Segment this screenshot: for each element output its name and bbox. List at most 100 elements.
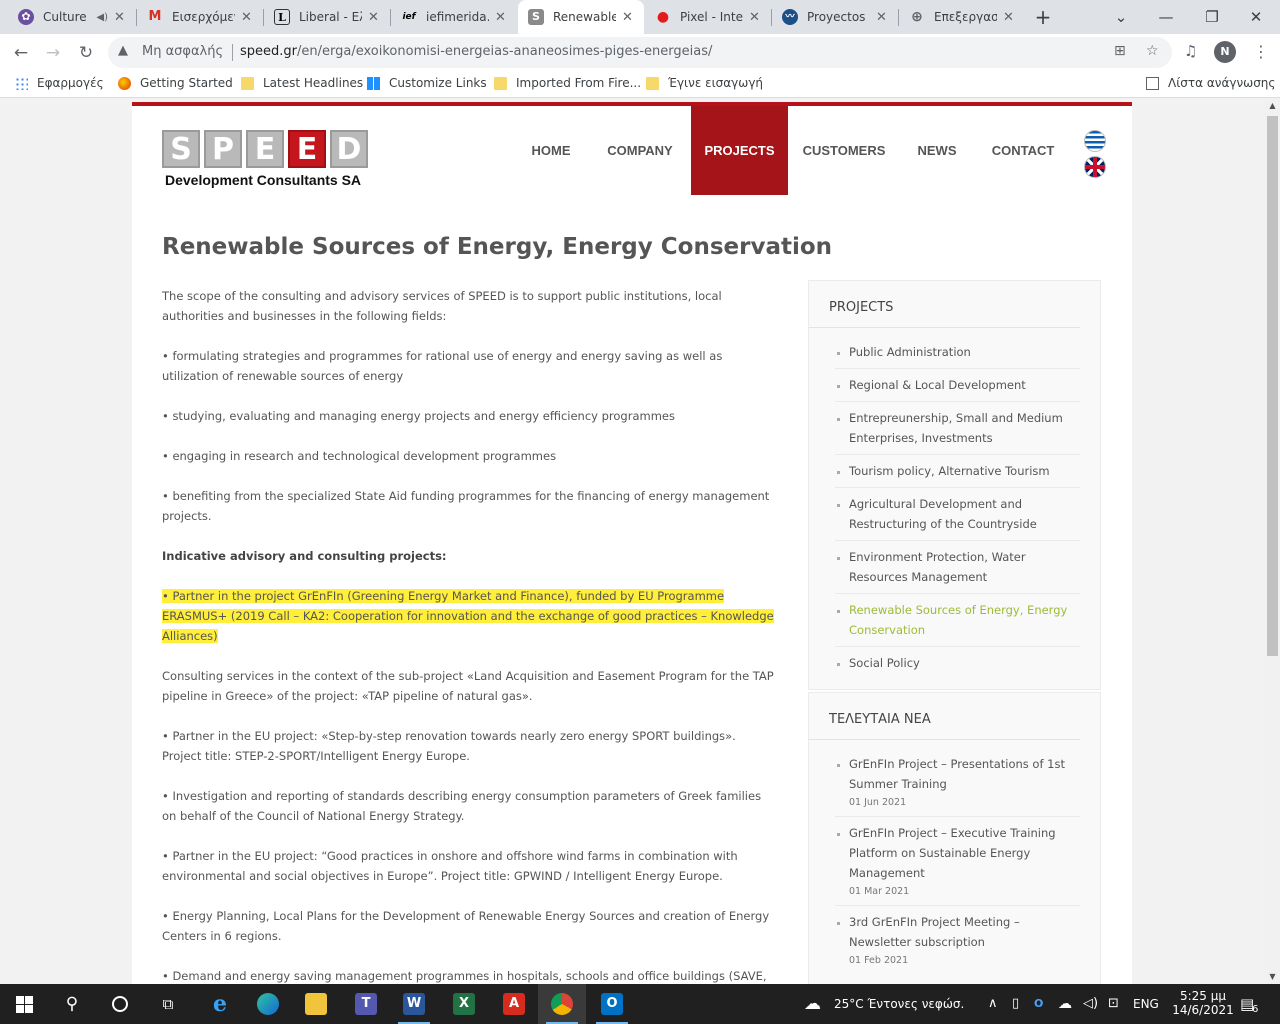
- news-item-title[interactable]: GrEnFIn Project – Presentations of 1st S…: [849, 757, 1065, 791]
- bookmark-label: Εφαρμογές: [37, 76, 104, 90]
- bookmark-imported[interactable]: Imported From Fire...: [494, 76, 641, 90]
- page-scrollbar[interactable]: ▲ ▼: [1265, 98, 1280, 984]
- news-item[interactable]: 3rd GrEnFIn Project Meeting – Newsletter…: [835, 906, 1080, 974]
- minimize-button[interactable]: —: [1146, 0, 1186, 34]
- bookmark-imported-greek[interactable]: Έγινε εισαγωγή: [646, 76, 763, 90]
- weather-icon[interactable]: ☁: [804, 984, 821, 1024]
- media-control-icon[interactable]: ♫: [1184, 42, 1197, 60]
- back-button[interactable]: ←: [8, 40, 34, 66]
- tab-culture[interactable]: ✿ Culture ◀) ✕: [8, 0, 136, 34]
- task-view-button[interactable]: ⧉: [144, 984, 192, 1024]
- url-text[interactable]: speed.gr/en/erga/exoikonomisi-energeias-…: [240, 44, 712, 59]
- taskbar-word[interactable]: W: [390, 984, 438, 1024]
- tab-search-icon[interactable]: ⌄: [1108, 0, 1134, 34]
- bookmark-star-icon[interactable]: ☆: [1146, 43, 1159, 59]
- nav-company[interactable]: COMPANY: [594, 106, 686, 195]
- sidebar-item-renewable[interactable]: Renewable Sources of Energy, Energy Cons…: [835, 594, 1080, 647]
- nav-contact[interactable]: CONTACT: [982, 106, 1064, 195]
- taskbar-edge[interactable]: [244, 984, 292, 1024]
- close-tab-icon[interactable]: ✕: [749, 10, 761, 25]
- greek-flag-icon[interactable]: [1084, 130, 1106, 152]
- close-tab-icon[interactable]: ✕: [114, 10, 126, 25]
- tray-network-icon[interactable]: ⊡: [1108, 984, 1119, 1024]
- warning-icon[interactable]: ▲: [118, 43, 128, 58]
- sidebar-item-agricultural[interactable]: Agricultural Development and Restructuri…: [835, 488, 1080, 541]
- nav-news[interactable]: NEWS: [906, 106, 968, 195]
- taskbar-clock[interactable]: 5:25 μμ 14/6/2021: [1170, 984, 1236, 1024]
- security-label[interactable]: Μη ασφαλής: [142, 44, 223, 59]
- close-tab-icon[interactable]: ✕: [495, 10, 507, 25]
- tray-chevron-icon[interactable]: ∧: [988, 984, 998, 1024]
- tab-title: Liberal - Ελλ: [299, 10, 362, 24]
- input-language[interactable]: ENG: [1133, 984, 1159, 1024]
- tab-liberal[interactable]: L Liberal - Ελλ ✕: [264, 0, 390, 34]
- bookmark-customize-links[interactable]: Customize Links: [367, 76, 487, 90]
- clock-date: 14/6/2021: [1172, 1003, 1234, 1017]
- sidebar-item-regional-development[interactable]: Regional & Local Development: [835, 369, 1080, 402]
- nav-customers[interactable]: CUSTOMERS: [796, 106, 892, 195]
- taskbar-ie[interactable]: e: [196, 984, 244, 1024]
- close-tab-icon[interactable]: ✕: [368, 10, 380, 25]
- menu-kebab-icon[interactable]: ⋮: [1253, 42, 1269, 61]
- tab-iefimerida[interactable]: ief iefimerida.g ✕: [391, 0, 517, 34]
- taskbar-excel[interactable]: X: [440, 984, 488, 1024]
- taskbar-acrobat[interactable]: A: [490, 984, 538, 1024]
- nav-projects[interactable]: PROJECTS: [691, 106, 788, 195]
- content-paragraph: • Demand and energy saving management pr…: [162, 969, 767, 983]
- bookmark-apps[interactable]: Εφαρμογές: [15, 76, 104, 90]
- tab-renewable[interactable]: S Renewable ✕: [518, 0, 644, 34]
- profile-avatar[interactable]: N: [1214, 41, 1236, 63]
- tray-speaker-icon[interactable]: ◁): [1083, 984, 1098, 1024]
- uk-flag-icon[interactable]: [1084, 156, 1106, 178]
- speaker-icon[interactable]: ◀): [96, 12, 108, 23]
- tray-device-icon[interactable]: ▯: [1012, 984, 1019, 1024]
- scroll-down-icon[interactable]: ▼: [1265, 969, 1280, 984]
- news-item[interactable]: GrEnFIn Project – Presentations of 1st S…: [835, 748, 1080, 817]
- tab-title: iefimerida.g: [426, 10, 489, 24]
- news-item-title[interactable]: GrEnFIn Project – Executive Training Pla…: [849, 826, 1056, 880]
- translate-icon[interactable]: ⊞: [1114, 43, 1126, 59]
- reload-button[interactable]: ↻: [73, 40, 99, 66]
- close-tab-icon[interactable]: ✕: [876, 10, 888, 25]
- bookmark-getting-started[interactable]: Getting Started: [118, 76, 233, 90]
- projects-heading: Indicative advisory and consulting proje…: [162, 549, 447, 563]
- nav-home[interactable]: HOME: [512, 106, 590, 195]
- tray-outlook-icon[interactable]: O: [1034, 984, 1043, 1024]
- tab-pixel[interactable]: ● Pixel - Inter ✕: [645, 0, 771, 34]
- close-tab-icon[interactable]: ✕: [622, 10, 634, 25]
- close-tab-icon[interactable]: ✕: [1003, 10, 1015, 25]
- restore-button[interactable]: ❐: [1192, 0, 1232, 34]
- sidebar-item-social-policy[interactable]: Social Policy: [835, 647, 1080, 679]
- sidebar-item-public-administration[interactable]: Public Administration: [835, 336, 1080, 369]
- close-tab-icon[interactable]: ✕: [241, 10, 253, 25]
- taskbar-teams[interactable]: T: [342, 984, 390, 1024]
- start-button[interactable]: [0, 984, 48, 1024]
- sidebar-item-entrepreneurship[interactable]: Entrepreunership, Small and Medium Enter…: [835, 402, 1080, 455]
- taskbar-explorer[interactable]: [292, 984, 340, 1024]
- tab-proyectos[interactable]: 〰 Proyectos I ✕: [772, 0, 898, 34]
- cortana-button[interactable]: [96, 984, 144, 1024]
- new-tab-button[interactable]: +: [1030, 0, 1056, 34]
- sidebar-item-tourism[interactable]: Tourism policy, Alternative Tourism: [835, 455, 1080, 488]
- tab-gmail[interactable]: M Εισερχόμενα ✕: [137, 0, 263, 34]
- globe-icon: ⊕: [911, 9, 923, 25]
- reading-list[interactable]: Λίστα ανάγνωσης: [1146, 76, 1275, 90]
- bookmark-latest-headlines[interactable]: Latest Headlines: [241, 76, 363, 90]
- news-item-title[interactable]: 3rd GrEnFIn Project Meeting – Newsletter…: [849, 915, 1020, 949]
- tray-onedrive-icon[interactable]: ☁: [1058, 984, 1072, 1024]
- forward-button[interactable]: →: [40, 40, 66, 66]
- sidebar-item-environment[interactable]: Environment Protection, Water Resources …: [835, 541, 1080, 594]
- scroll-up-icon[interactable]: ▲: [1265, 98, 1280, 113]
- page-viewport[interactable]: S P E E D Development Consultants SA HOM…: [0, 98, 1265, 984]
- taskbar-search-button[interactable]: ⚲: [48, 984, 96, 1024]
- file-explorer-icon: [305, 993, 327, 1015]
- weather-text[interactable]: 25°C Έντονες νεφώσ.: [834, 984, 964, 1024]
- news-item[interactable]: GrEnFIn Project – Executive Training Pla…: [835, 817, 1080, 906]
- taskbar-chrome[interactable]: [538, 984, 586, 1024]
- tab-edit[interactable]: ⊕ Επεξεργασί ✕: [899, 0, 1025, 34]
- scrollbar-thumb[interactable]: [1267, 116, 1278, 656]
- content-paragraph: The scope of the consulting and advisory…: [162, 289, 722, 323]
- close-window-button[interactable]: ✕: [1236, 0, 1276, 34]
- taskbar-outlook[interactable]: O: [588, 984, 636, 1024]
- address-bar[interactable]: ▲ Μη ασφαλής speed.gr/en/erga/exoikonomi…: [108, 37, 1172, 68]
